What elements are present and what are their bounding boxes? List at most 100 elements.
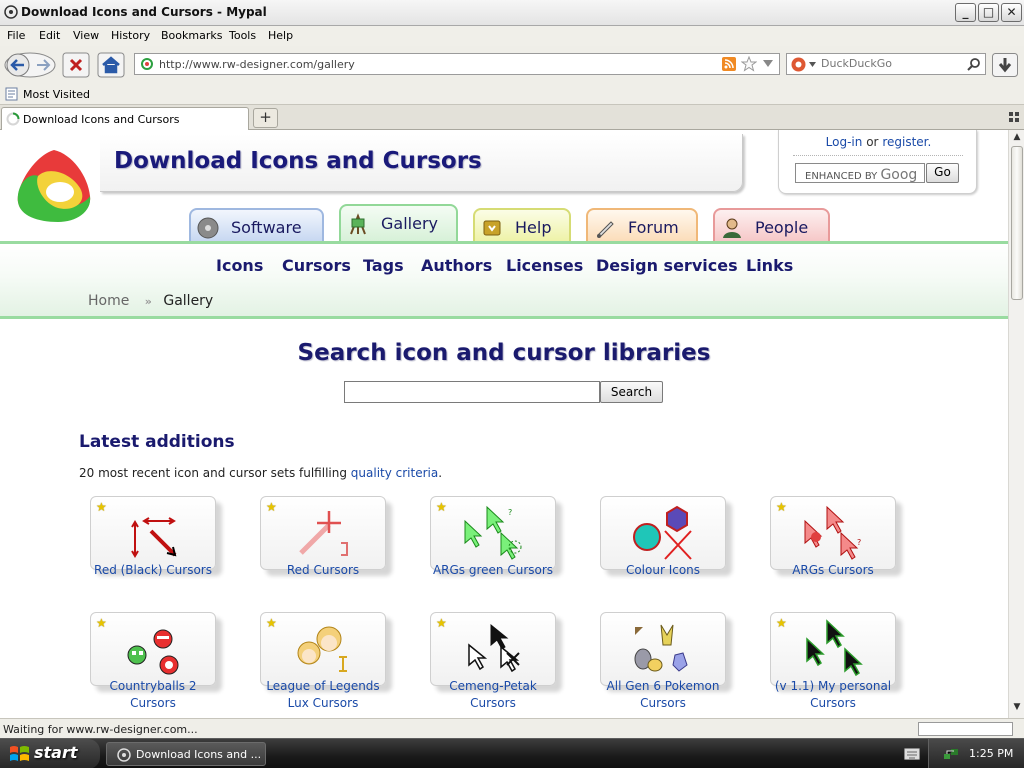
scroll-up-icon[interactable]: ▲ bbox=[1011, 132, 1023, 144]
new-tab-button[interactable]: + bbox=[253, 108, 278, 128]
menu-edit[interactable]: Edit bbox=[39, 29, 60, 42]
home-icon[interactable] bbox=[97, 52, 125, 78]
nav-authors[interactable]: Authors bbox=[421, 256, 492, 275]
nav-links[interactable]: Links bbox=[746, 256, 793, 275]
windows-taskbar: start Download Icons and ... 1:25 PM bbox=[0, 738, 1024, 768]
card-title-line2: Cursors bbox=[810, 696, 856, 710]
nav-licenses[interactable]: Licenses bbox=[506, 256, 583, 275]
nav-tags[interactable]: Tags bbox=[363, 256, 404, 275]
duckduckgo-icon[interactable] bbox=[791, 57, 806, 72]
page-scrollbar[interactable]: ▲ ▼ bbox=[1008, 130, 1024, 718]
most-visited-bookmark[interactable]: Most Visited bbox=[23, 88, 90, 101]
library-search-input[interactable] bbox=[344, 381, 600, 403]
quality-criteria-link[interactable]: quality criteria bbox=[351, 466, 438, 480]
card-title: ARGs green Cursors bbox=[418, 562, 568, 579]
downloads-icon[interactable] bbox=[992, 53, 1018, 77]
google-go-button[interactable]: Go bbox=[926, 163, 959, 183]
mypal-taskbar-icon bbox=[117, 748, 131, 762]
tab-gallery[interactable]: Gallery bbox=[339, 204, 458, 244]
gallery-card-colour-icons[interactable]: Colour Icons bbox=[588, 496, 748, 606]
start-button[interactable]: start bbox=[0, 739, 100, 768]
keyboard-icon[interactable] bbox=[904, 748, 920, 760]
search-bar[interactable] bbox=[786, 53, 986, 75]
tab-help[interactable]: Help bbox=[473, 208, 571, 242]
window-titlebar[interactable]: Download Icons and Cursors - Mypal _ □ ✕ bbox=[0, 0, 1024, 26]
site-title[interactable]: Download Icons and Cursors bbox=[114, 148, 482, 174]
address-bar[interactable]: http://www.rw-designer.com/gallery bbox=[134, 53, 780, 75]
menu-view[interactable]: View bbox=[73, 29, 99, 42]
scroll-down-icon[interactable]: ▼ bbox=[1011, 702, 1023, 714]
card-title-line1: League of Legends bbox=[266, 679, 380, 693]
minimize-button[interactable]: _ bbox=[955, 3, 976, 22]
gallery-card-my-personal-cursors[interactable]: ★ (v 1.1) My personal Cursors bbox=[758, 612, 918, 718]
menu-tools[interactable]: Tools bbox=[229, 29, 256, 42]
nav-icons[interactable]: Icons bbox=[216, 256, 263, 275]
taskbar-item-browser[interactable]: Download Icons and ... bbox=[106, 742, 266, 766]
card-thumbnail-box bbox=[600, 612, 726, 686]
menu-history[interactable]: History bbox=[111, 29, 150, 42]
featured-star-icon: ★ bbox=[266, 616, 277, 630]
person-icon bbox=[723, 218, 741, 238]
personal-cursors-thumbnail bbox=[806, 619, 863, 677]
gallery-card-countryballs-2-cursors[interactable]: ★ Countryballs 2 Cursors bbox=[78, 612, 238, 718]
gallery-card-lol-lux-cursors[interactable]: ★ League of Legends Lux Cursors bbox=[248, 612, 408, 718]
card-thumbnail-box: ★ ? bbox=[430, 496, 556, 570]
tab-software-label: Software bbox=[231, 218, 302, 237]
network-icon[interactable] bbox=[943, 746, 959, 762]
gallery-card-cemeng-petak-cursors[interactable]: ★ Cemeng-Petak Cursors bbox=[418, 612, 578, 718]
library-search-button[interactable]: Search bbox=[600, 381, 663, 403]
gallery-card-args-cursors[interactable]: ★ ? ARGs Cursors bbox=[758, 496, 918, 606]
args-green-cursors-thumbnail: ? bbox=[464, 505, 522, 560]
card-thumbnail-box: ★ bbox=[90, 496, 216, 570]
menu-help[interactable]: Help bbox=[268, 29, 293, 42]
breadcrumb-separator-icon: » bbox=[144, 295, 152, 308]
card-title-line2: Cursors bbox=[130, 696, 176, 710]
login-or: or bbox=[866, 135, 879, 149]
breadcrumb-home[interactable]: Home bbox=[88, 293, 129, 309]
tab-people-label: People bbox=[755, 218, 809, 237]
tab-people[interactable]: People bbox=[713, 208, 830, 242]
card-title-line1: Colour Icons bbox=[625, 563, 701, 577]
scrollbar-thumb[interactable] bbox=[1011, 146, 1023, 300]
gallery-card-pokemon-cursors[interactable]: All Gen 6 Pokemon Cursors bbox=[588, 612, 748, 718]
card-title: Countryballs 2 Cursors bbox=[78, 678, 228, 712]
back-forward-buttons[interactable] bbox=[4, 52, 56, 78]
rw-designer-logo[interactable] bbox=[14, 146, 96, 226]
login-line: Log-in or register. bbox=[779, 135, 978, 149]
menu-file[interactable]: File bbox=[7, 29, 25, 42]
maximize-button[interactable]: □ bbox=[978, 3, 999, 22]
url-text[interactable]: http://www.rw-designer.com/gallery bbox=[159, 58, 355, 71]
url-dropdown-icon[interactable] bbox=[763, 60, 773, 68]
search-engine-input[interactable] bbox=[821, 57, 961, 70]
cd-disc-icon bbox=[197, 217, 219, 239]
card-title-line1: Cemeng-Petak bbox=[449, 679, 537, 693]
tab-list-icon[interactable] bbox=[1009, 112, 1019, 122]
bookmark-folder-icon bbox=[5, 87, 18, 101]
search-heading: Search icon and cursor libraries bbox=[297, 340, 711, 366]
latest-additions-description: 20 most recent icon and cursor sets fulf… bbox=[79, 466, 442, 480]
search-icon[interactable] bbox=[967, 57, 981, 71]
tab-gallery-label: Gallery bbox=[381, 214, 438, 233]
nav-cursors[interactable]: Cursors bbox=[282, 256, 351, 275]
gallery-card-red-cursors[interactable]: ★ Red Cursors bbox=[248, 496, 408, 606]
menu-bookmarks[interactable]: Bookmarks bbox=[161, 29, 222, 42]
gallery-card-red-black-cursors[interactable]: ★ Red (Black) Cursors bbox=[78, 496, 238, 606]
mypal-app-icon bbox=[4, 5, 18, 19]
rss-feed-icon[interactable] bbox=[722, 57, 736, 71]
card-title-line1: ARGs green Cursors bbox=[432, 563, 554, 577]
card-title-line1: ARGs Cursors bbox=[792, 563, 874, 577]
login-link[interactable]: Log-in bbox=[826, 135, 863, 149]
tab-forum[interactable]: Forum bbox=[586, 208, 698, 242]
engine-dropdown-icon[interactable] bbox=[809, 62, 816, 67]
close-window-button[interactable]: ✕ bbox=[1001, 3, 1022, 22]
card-title: League of Legends Lux Cursors bbox=[248, 678, 398, 712]
nav-design-services[interactable]: Design services bbox=[596, 256, 738, 275]
gallery-card-args-green-cursors[interactable]: ★ ? ARGs green Cursors bbox=[418, 496, 578, 606]
tab-software[interactable]: Software bbox=[189, 208, 324, 242]
register-link[interactable]: register. bbox=[882, 135, 931, 149]
stop-icon[interactable] bbox=[62, 52, 90, 78]
bookmark-star-icon[interactable] bbox=[741, 56, 757, 72]
card-title-line1: (v 1.1) My personal bbox=[774, 679, 892, 693]
tab-download-icons[interactable]: Download Icons and Cursors bbox=[1, 107, 249, 130]
google-search-input[interactable]: ENHANCED BY Goog bbox=[795, 163, 925, 183]
